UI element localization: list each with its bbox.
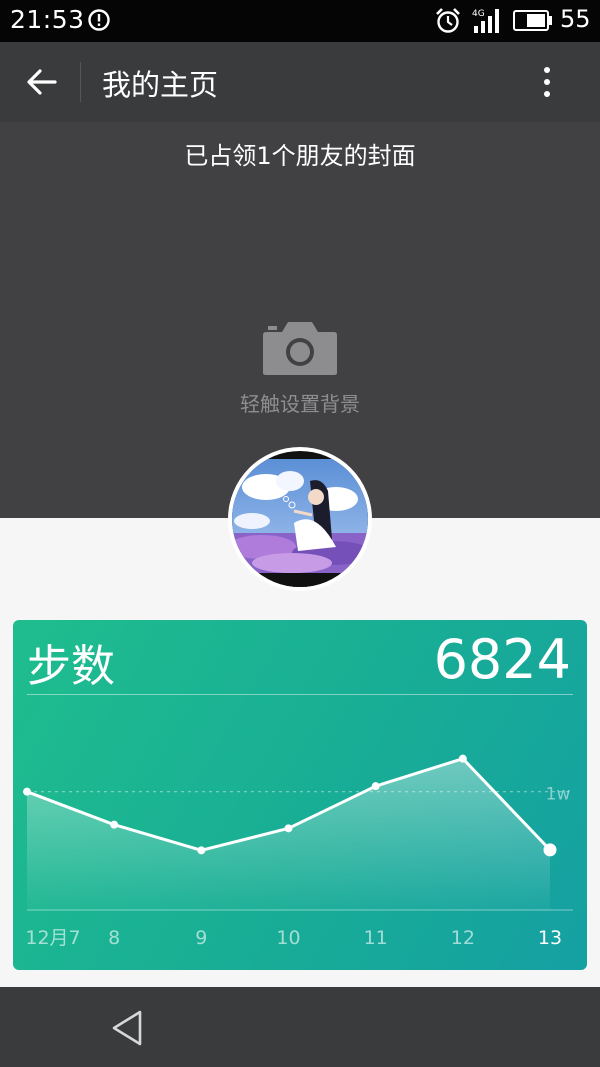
camera-icon[interactable]	[262, 320, 338, 376]
alert-icon	[88, 9, 110, 31]
avatar[interactable]	[228, 447, 372, 591]
nav-back-icon[interactable]	[108, 1007, 150, 1049]
network-type: 4G	[472, 9, 485, 19]
chart-area-fill	[27, 758, 550, 910]
set-background-label[interactable]: 轻触设置背景	[0, 388, 600, 417]
steps-chart: 1w 12月7 8 9 10 11 12 13	[23, 754, 573, 949]
steps-card[interactable]: 步数 6824 1w 12月7 8 9 10 11 12 13	[13, 620, 587, 970]
data-point	[371, 782, 380, 791]
x-tick-label: 10	[276, 927, 300, 949]
x-tick-label: 12月7	[25, 927, 80, 949]
app-bar: 我的主页	[0, 42, 600, 122]
signal-icon: 4G	[472, 9, 499, 33]
battery-icon	[513, 10, 552, 31]
more-vert-icon[interactable]	[532, 62, 562, 102]
app-bar-divider	[80, 62, 81, 102]
data-point	[543, 843, 557, 857]
x-tick-label: 11	[364, 927, 388, 949]
back-arrow-icon[interactable]	[22, 62, 62, 102]
status-bar: 21:53 4G 55	[0, 0, 600, 42]
battery-level: 55	[560, 5, 591, 33]
data-point	[197, 846, 206, 855]
data-point	[23, 787, 31, 796]
page-title: 我的主页	[102, 68, 219, 102]
data-point	[284, 824, 293, 833]
alarm-icon	[436, 8, 460, 33]
cover-status-text: 已占领1个朋友的封面	[184, 142, 416, 170]
x-tick-label: 13	[538, 927, 562, 949]
x-tick-label: 12	[451, 927, 475, 949]
avatar-image	[232, 451, 368, 587]
status-time: 21:53	[10, 5, 85, 34]
x-tick-label: 8	[108, 927, 120, 949]
data-point	[458, 754, 467, 763]
x-tick-label: 9	[195, 927, 207, 949]
navigation-bar	[0, 987, 600, 1067]
reference-line-label: 1w	[546, 785, 571, 805]
data-point	[110, 820, 119, 829]
